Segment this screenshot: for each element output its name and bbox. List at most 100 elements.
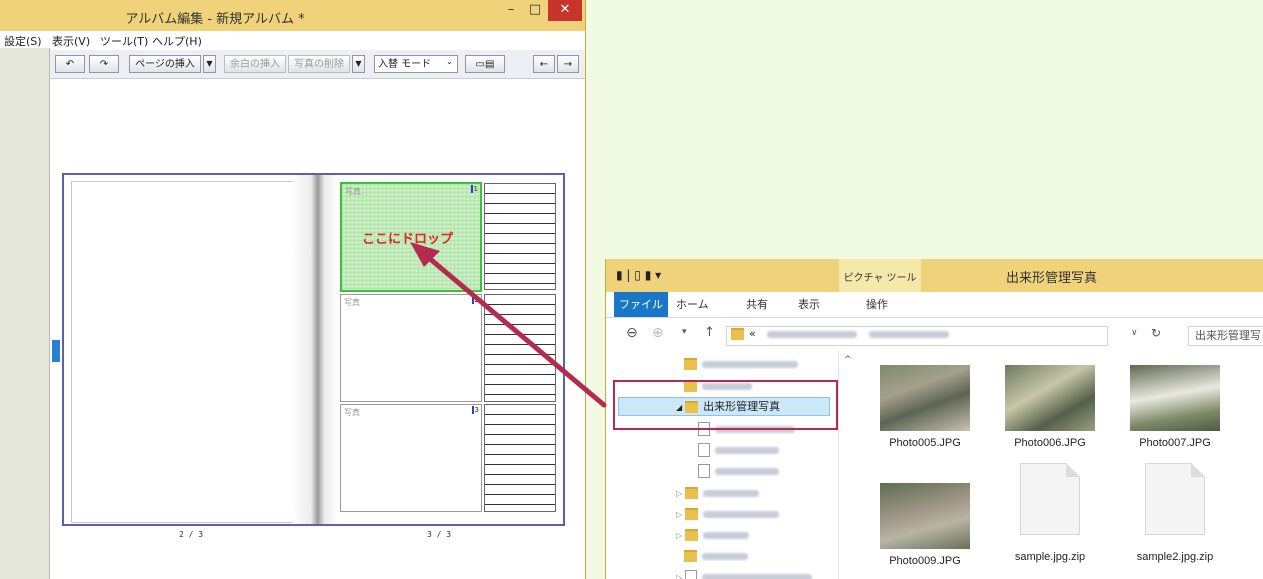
insert-blank-button[interactable]: 余白の挿入 [224,55,286,73]
collapse-triangle-icon: ▷ [676,573,683,579]
picture-tools-label: ピクチャ ツール [843,273,917,284]
menu-tools[interactable]: ツール(T) [100,33,148,49]
album-window-title: アルバム編集 - 新規アルバム * [125,12,305,27]
redo-icon[interactable]: ↷ [89,55,119,73]
folder-icon [684,358,697,370]
close-button[interactable]: ✕ [548,0,582,21]
photo-slot-2[interactable]: 写真 2 [340,294,482,402]
file-icon [685,570,698,579]
zip-file-icon [1020,463,1080,535]
address-chevron-down-icon[interactable]: ∨ [1131,328,1138,338]
nav-folder[interactable]: ▷ [676,570,813,579]
file-name: Photo005.JPG [889,437,961,449]
right-page-number: 3 / 3 [427,530,452,539]
photo-slot-number: 2 [471,296,479,304]
file-name: Photo009.JPG [889,555,961,567]
next-page-button[interactable]: → [557,55,579,73]
nav-folder[interactable] [684,357,798,375]
nav-folder[interactable]: ▷ [676,507,780,525]
caption-lines-2[interactable] [484,294,556,402]
nav-file[interactable] [698,464,779,482]
photo-slot-label: 写真 [345,187,361,196]
photo-thumbnail [880,365,970,431]
file-name: Photo007.JPG [1139,437,1211,449]
menu-help[interactable]: ヘルプ(H) [152,33,202,49]
selected-folder-highlight [613,380,838,430]
mode-chevron-down-icon: ⌄ [446,57,453,66]
left-page-number: 2 / 3 [179,530,204,539]
refresh-icon[interactable]: ↻ [1151,326,1161,340]
caption-lines-1[interactable] [484,183,556,290]
ribbon-tab-file[interactable]: ファイル [614,292,668,317]
file-item-photo005[interactable]: Photo005.JPG [870,365,980,449]
address-segment [868,330,949,338]
photo-slot-number: 1 [470,185,478,193]
delete-photo-dropdown-icon[interactable]: ▼ [352,55,365,73]
insert-page-dropdown-icon[interactable]: ▼ [203,55,216,73]
photo-slot-number: 3 [471,406,479,414]
ribbon-tab-share[interactable]: 共有 [746,296,768,312]
explorer-quick-access-icon[interactable]: ▮ | ▯ ▮ ▾ [616,268,661,282]
file-name: sample2.jpg.zip [1136,551,1214,563]
forward-arrow-icon[interactable]: ⊕ [652,325,664,341]
explorer-window-title: 出来形管理写真 [1006,271,1098,286]
collapse-triangle-icon: ▷ [676,489,683,498]
file-item-sample-zip[interactable]: sample.jpg.zip [995,463,1105,563]
folder-icon [685,508,699,520]
ribbon-tab-manage[interactable]: 操作 [866,296,888,312]
file-item-sample2-zip[interactable]: sample2.jpg.zip [1120,463,1230,563]
nav-folder[interactable]: ▷ [676,486,760,504]
file-name: sample.jpg.zip [1014,551,1086,563]
photo-thumbnail [1130,365,1220,431]
explorer-titlebar: ▮ | ▯ ▮ ▾ ピクチャ ツール 出来形管理写真 [606,259,1263,295]
album-titlebar: アルバム編集 - 新規アルバム * – □ ✕ [0,0,585,31]
menu-settings[interactable]: 設定(S) [4,33,42,49]
folder-icon [685,529,699,541]
photo-slot-label: 写真 [344,408,360,417]
delete-photo-button[interactable]: 写真の削除 [288,55,350,73]
photo-slot-label: 写真 [344,298,360,307]
back-arrow-icon[interactable]: ⊖ [626,325,638,341]
prev-page-button[interactable]: ← [533,55,555,73]
album-menubar: 設定(S) 表示(V) ツール(T) ヘルプ(H) [0,31,585,49]
file-item-photo006[interactable]: Photo006.JPG [995,365,1105,449]
insert-page-button[interactable]: ページの挿入 [129,55,201,73]
file-item-photo009[interactable]: Photo009.JPG [870,483,980,567]
nav-file[interactable] [698,443,779,461]
file-name: Photo006.JPG [1014,437,1086,449]
undo-icon[interactable]: ↶ [55,55,85,73]
address-segment [767,330,858,338]
ribbon-tab-home[interactable]: ホーム [676,296,709,312]
address-prefix: « [749,327,756,340]
zip-file-icon [1145,463,1205,535]
picture-tools-tab[interactable]: ピクチャ ツール [839,259,921,295]
up-arrow-icon[interactable]: ↑ [704,325,715,340]
side-panel-tab[interactable] [52,340,60,362]
left-page [71,181,294,523]
collapse-triangle-icon: ▷ [676,510,683,519]
folder-icon [684,550,697,562]
recent-chevron-down-icon[interactable]: ▾ [682,327,687,337]
ribbon-tab-view[interactable]: 表示 [798,296,820,312]
minimize-button[interactable]: – [499,0,523,21]
layout-icon[interactable]: ▭▤ [465,55,505,73]
photo-slot-3[interactable]: 写真 3 [340,404,482,512]
menu-view[interactable]: 表示(V) [52,33,90,49]
search-input[interactable]: 出来形管理写 [1188,326,1263,346]
caption-lines-3[interactable] [484,404,556,512]
nav-folder[interactable] [684,549,748,567]
file-item-photo007[interactable]: Photo007.JPG [1120,365,1230,449]
address-input[interactable]: « [726,326,1108,346]
folder-icon [685,487,699,499]
folder-icon [731,328,744,340]
drop-hint: ここにドロップ [362,232,454,247]
file-icon [698,443,710,457]
photo-thumbnail [880,483,970,549]
album-editor-window: アルバム編集 - 新規アルバム * – □ ✕ 設定(S) 表示(V) ツール(… [0,0,586,579]
collapse-triangle-icon: ▷ [676,531,683,540]
maximize-button[interactable]: □ [523,0,547,21]
scroll-up-icon[interactable]: ^ [844,355,852,365]
left-pane [0,48,50,579]
file-icon [698,464,710,478]
nav-folder[interactable]: ▷ [676,528,750,546]
